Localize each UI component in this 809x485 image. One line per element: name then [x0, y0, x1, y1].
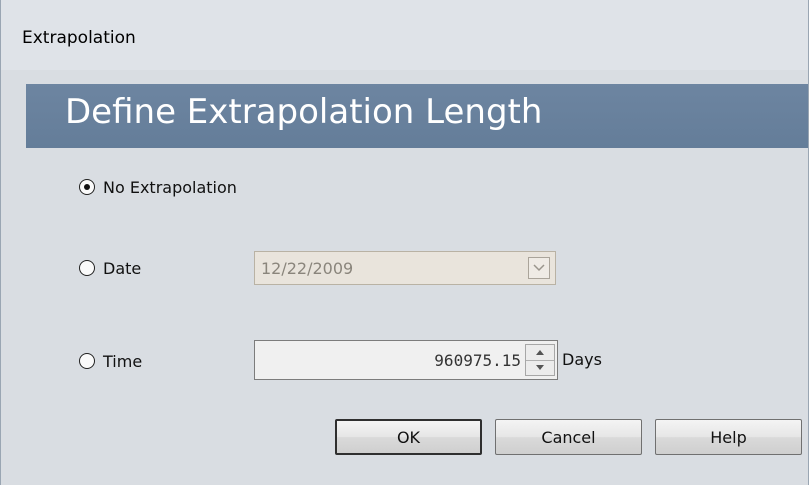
- page-title: Define Extrapolation Length: [65, 92, 543, 132]
- help-button[interactable]: Help: [655, 419, 802, 455]
- date-label[interactable]: Date: [103, 259, 141, 278]
- time-label[interactable]: Time: [103, 352, 142, 371]
- date-value: 12/22/2009: [261, 259, 354, 278]
- date-radio[interactable]: [79, 260, 95, 276]
- no-extrapolation-radio[interactable]: [79, 179, 95, 195]
- time-value[interactable]: 960975.15: [434, 351, 521, 370]
- chevron-down-icon: [528, 257, 550, 279]
- time-option[interactable]: Time: [79, 350, 142, 372]
- triangle-up-icon[interactable]: [526, 345, 554, 361]
- extrapolation-dialog: Extrapolation Define Extrapolation Lengt…: [0, 0, 809, 485]
- title-bar[interactable]: Extrapolation: [1, 0, 808, 70]
- cancel-button[interactable]: Cancel: [495, 419, 642, 455]
- triangle-down-icon[interactable]: [526, 360, 554, 375]
- no-extrapolation-label[interactable]: No Extrapolation: [103, 178, 237, 197]
- date-picker: 12/22/2009: [254, 251, 556, 285]
- spin-buttons: [525, 344, 555, 376]
- date-option[interactable]: Date: [79, 257, 141, 279]
- no-extrapolation-option[interactable]: No Extrapolation: [79, 176, 237, 198]
- header-banner: Define Extrapolation Length: [26, 84, 808, 148]
- time-units-label: Days: [562, 350, 602, 369]
- time-radio[interactable]: [79, 353, 95, 369]
- ok-button[interactable]: OK: [335, 419, 482, 455]
- window-title: Extrapolation: [22, 28, 136, 48]
- time-stepper[interactable]: 960975.15: [254, 340, 558, 380]
